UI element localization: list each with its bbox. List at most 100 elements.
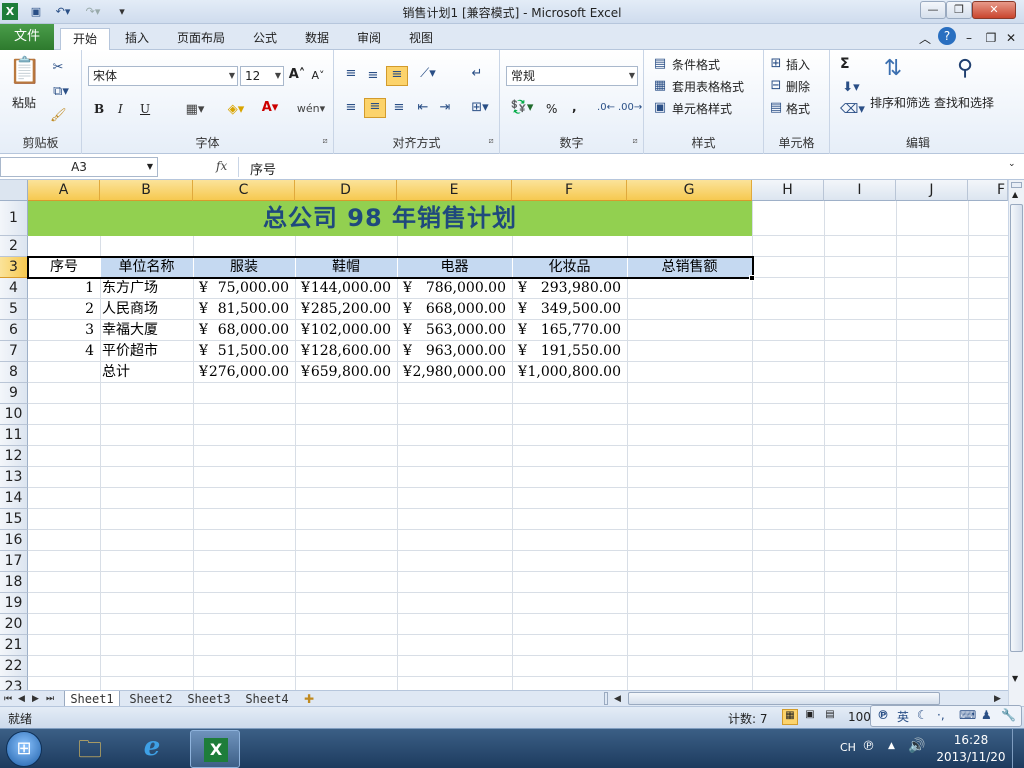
align-bottom-icon[interactable]: ≡ — [386, 66, 408, 86]
bold-button[interactable]: B — [94, 102, 104, 116]
name-box[interactable]: A3 ▼ — [0, 157, 158, 177]
italic-button[interactable]: I — [118, 102, 123, 116]
excel-taskbar-button[interactable]: X — [190, 730, 240, 768]
row-header[interactable]: 7 — [0, 341, 28, 362]
tab-data[interactable]: 数据 — [296, 28, 338, 50]
increase-decimal-icon[interactable]: .0← — [596, 102, 616, 113]
scroll-up-icon[interactable]: ▲ — [1012, 190, 1018, 199]
data-cell-no[interactable]: 4 — [28, 341, 100, 362]
row-header[interactable]: 19 — [0, 593, 28, 614]
clear-icon[interactable]: ⌫▾ — [840, 102, 865, 117]
column-header-e[interactable]: E — [397, 180, 512, 201]
clock-time[interactable]: 16:28 — [940, 733, 1002, 747]
total-cell-cosmetics[interactable]: ¥1,000,800.00 — [512, 362, 627, 383]
data-cell-unit[interactable]: 平价超市 — [102, 341, 193, 362]
row-header[interactable]: 22 — [0, 656, 28, 677]
sheet-nav-prev-icon[interactable]: ◀ — [18, 691, 25, 707]
data-cell-unit[interactable]: 人民商场 — [102, 299, 193, 320]
font-name-select[interactable]: 宋体 ▼ — [88, 66, 238, 86]
wrap-text-icon[interactable]: ↵ — [468, 66, 486, 81]
row-header[interactable]: 4 — [0, 278, 28, 299]
cut-icon[interactable]: ✂ — [50, 60, 66, 75]
fill-color-icon[interactable]: ◈▾ — [222, 102, 250, 117]
data-cell-clothing[interactable]: ¥51,500.00 — [193, 341, 295, 362]
total-cell-appliances[interactable]: ¥2,980,000.00 — [397, 362, 512, 383]
page-layout-view-icon[interactable]: ▣ — [802, 709, 818, 725]
align-top-icon[interactable]: ≡ — [342, 66, 360, 81]
row-header[interactable]: 15 — [0, 509, 28, 530]
decrease-decimal-icon[interactable]: .00→ — [618, 102, 642, 113]
scroll-left-icon[interactable]: ◀ — [614, 691, 621, 707]
tab-view[interactable]: 视图 — [400, 28, 442, 50]
row-header[interactable]: 20 — [0, 614, 28, 635]
help-icon[interactable]: ? — [938, 27, 956, 45]
show-desktop-button[interactable] — [1012, 729, 1024, 768]
minimize-button[interactable]: — — [920, 1, 946, 19]
tab-insert[interactable]: 插入 — [116, 28, 158, 50]
column-header-d[interactable]: D — [295, 180, 397, 201]
row-header[interactable]: 9 — [0, 383, 28, 404]
data-cell-unit[interactable]: 幸福大厦 — [102, 320, 193, 341]
phonetic-icon[interactable]: wén▾ — [296, 102, 326, 115]
ime-mode[interactable]: 英 — [897, 708, 909, 725]
sheet-nav-first-icon[interactable]: ⏮ — [4, 691, 12, 707]
fill-handle[interactable] — [749, 275, 755, 281]
data-cell-shoes[interactable]: ¥285,200.00 — [295, 299, 397, 320]
total-cell-shoes[interactable]: ¥659,800.00 — [295, 362, 397, 383]
row-header[interactable]: 6 — [0, 320, 28, 341]
column-header-h[interactable]: H — [752, 180, 824, 201]
data-cell-shoes[interactable]: ¥128,600.00 — [295, 341, 397, 362]
row-header[interactable]: 11 — [0, 425, 28, 446]
row-header[interactable]: 5 — [0, 299, 28, 320]
row-header[interactable]: 1 — [0, 201, 28, 236]
workbook-restore-icon[interactable]: ❐ — [984, 28, 998, 50]
column-header-a[interactable]: A — [28, 180, 100, 201]
sheet-tab-3[interactable]: Sheet3 — [182, 691, 236, 707]
format-cells-button[interactable]: 格式 — [786, 100, 810, 117]
paste-icon[interactable]: 📋 — [8, 56, 42, 90]
font-color-icon[interactable]: A▾ — [256, 100, 284, 115]
row-header[interactable]: 16 — [0, 530, 28, 551]
tab-split-handle[interactable] — [604, 692, 608, 705]
data-cell-unit[interactable]: 东方广场 — [102, 278, 193, 299]
total-cell-clothing[interactable]: ¥276,000.00 — [193, 362, 295, 383]
row-header[interactable]: 21 — [0, 635, 28, 656]
data-cell-no[interactable]: 1 — [28, 278, 100, 299]
data-cell-clothing[interactable]: ¥68,000.00 — [193, 320, 295, 341]
keyboard-icon[interactable]: ⌨ — [959, 708, 976, 722]
tab-formulas[interactable]: 公式 — [244, 28, 286, 50]
language-indicator[interactable]: CH — [840, 741, 856, 754]
data-cell-clothing[interactable]: ¥75,000.00 — [193, 278, 295, 299]
ime-logo-icon[interactable]: ℗ — [877, 708, 889, 722]
format-painter-icon[interactable]: 🖌 — [50, 108, 67, 123]
moon-icon[interactable]: ☾ — [917, 708, 928, 722]
workbook-close-icon[interactable]: ✕ — [1004, 28, 1018, 50]
row-header[interactable]: 14 — [0, 488, 28, 509]
align-middle-icon[interactable]: ≡ — [364, 68, 382, 83]
data-cell-appliances[interactable]: ¥963,000.00 — [397, 341, 512, 362]
row-header[interactable]: 12 — [0, 446, 28, 467]
row-header[interactable]: 23 — [0, 677, 28, 690]
workbook-minimize-icon[interactable]: – — [962, 28, 976, 50]
delete-cells-button[interactable]: 删除 — [786, 78, 810, 95]
tab-page-layout[interactable]: 页面布局 — [166, 28, 236, 50]
row-header[interactable]: 10 — [0, 404, 28, 425]
expand-formula-icon[interactable]: ⌄ — [1008, 159, 1016, 169]
data-cell-cosmetics[interactable]: ¥293,980.00 — [512, 278, 627, 299]
ime-tray-icon[interactable]: ℗ — [862, 739, 875, 754]
data-cell-no[interactable]: 2 — [28, 299, 100, 320]
row-header[interactable]: 3 — [0, 257, 28, 278]
align-center-icon[interactable]: ≡ — [364, 98, 386, 118]
data-cell-appliances[interactable]: ¥786,000.00 — [397, 278, 512, 299]
sheet-tab-4[interactable]: Sheet4 — [240, 691, 294, 707]
column-header-g[interactable]: G — [627, 180, 752, 201]
data-cell-appliances[interactable]: ¥563,000.00 — [397, 320, 512, 341]
insert-function-icon[interactable]: fx — [216, 159, 227, 173]
user-icon[interactable]: ♟ — [981, 708, 992, 722]
sort-filter-button[interactable]: 排序和筛选 — [870, 94, 930, 111]
wrench-icon[interactable]: 🔧 — [1001, 708, 1016, 722]
vertical-scrollbar[interactable]: ▲ ▼ — [1008, 180, 1024, 706]
data-cell-shoes[interactable]: ¥144,000.00 — [295, 278, 397, 299]
data-cell-clothing[interactable]: ¥81,500.00 — [193, 299, 295, 320]
number-format-select[interactable]: 常规 ▼ — [506, 66, 638, 86]
